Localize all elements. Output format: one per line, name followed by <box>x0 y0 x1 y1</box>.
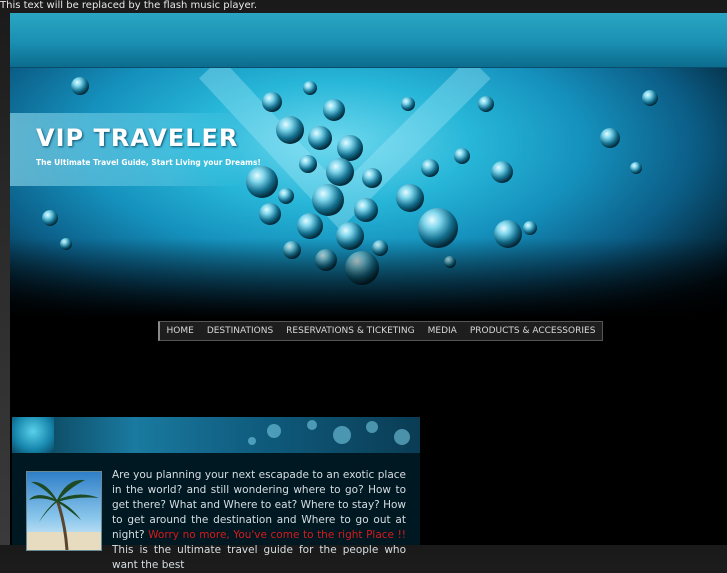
intro-highlight: Worry no more, You've come to the right … <box>148 529 406 541</box>
page-frame: VIP TRAVELER The Ultimate Travel Guide, … <box>10 13 727 571</box>
nav-item-home[interactable]: HOME <box>160 322 200 340</box>
header-banner: VIP TRAVELER The Ultimate Travel Guide, … <box>10 68 727 318</box>
top-bar <box>10 13 727 69</box>
content-panel: Are you planning your next escapade to a… <box>12 417 420 571</box>
main-navigation: HOME DESTINATIONS RESERVATIONS & TICKETI… <box>158 321 603 341</box>
palm-tree-icon <box>27 472 101 550</box>
content-header-image <box>12 417 420 453</box>
intro-paragraph: Are you planning your next escapade to a… <box>112 468 406 573</box>
site-tagline: The Ultimate Travel Guide, Start Living … <box>36 158 261 167</box>
nav-item-reservations-ticketing[interactable]: RESERVATIONS & TICKETING <box>280 322 421 340</box>
nav-item-media[interactable]: MEDIA <box>421 322 463 340</box>
intro-text-continued: This is the ultimate travel guide for th… <box>112 544 406 571</box>
flash-player-placeholder: This text will be replaced by the flash … <box>0 0 258 11</box>
palm-beach-photo <box>26 471 102 551</box>
nav-item-products-accessories[interactable]: PRODUCTS & ACCESSORIES <box>463 322 602 340</box>
nav-item-destinations[interactable]: DESTINATIONS <box>200 322 279 340</box>
content-header-bubbles <box>248 420 410 445</box>
bubbles-illustration <box>10 68 727 318</box>
site-title[interactable]: VIP TRAVELER <box>36 124 238 152</box>
